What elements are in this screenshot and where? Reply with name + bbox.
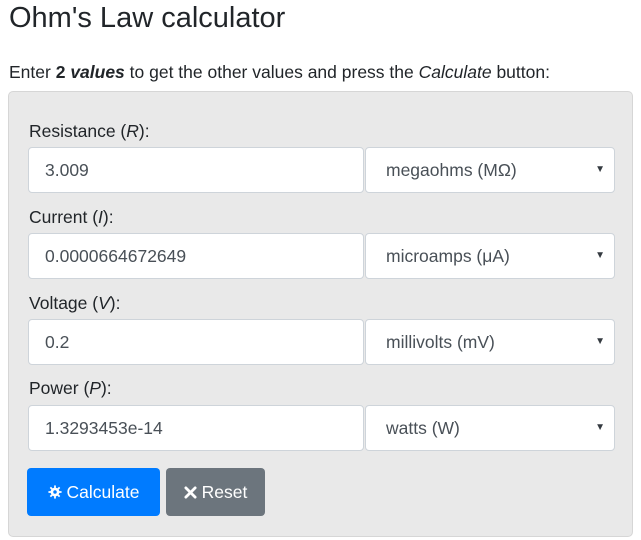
power-input[interactable] — [28, 405, 364, 451]
voltage-unit-select[interactable]: millivolts (mV) ▼ — [365, 319, 615, 365]
chevron-down-icon: ▼ — [595, 250, 605, 261]
current-unit-value: microamps (μA) — [386, 245, 510, 266]
instructions-count: 2 — [55, 62, 71, 82]
instructions: Enter 2 values to get the other values a… — [9, 61, 550, 83]
calculate-button[interactable]: Calculate — [27, 468, 160, 516]
chevron-down-icon: ▼ — [595, 336, 605, 347]
resistance-unit-value: megaohms (MΩ) — [386, 159, 517, 180]
chevron-down-icon: ▼ — [595, 164, 605, 175]
voltage-unit-value: millivolts (mV) — [386, 331, 495, 352]
reset-button[interactable]: Reset — [166, 468, 265, 516]
current-unit-select[interactable]: microamps (μA) ▼ — [365, 233, 615, 279]
resistance-label: Resistance (R): — [29, 121, 150, 141]
page-title: Ohm's Law calculator — [9, 2, 286, 34]
power-label: Power (P): — [29, 378, 112, 398]
calculate-button-label: Calculate — [66, 481, 140, 502]
resistance-unit-select[interactable]: megaohms (MΩ) ▼ — [365, 147, 615, 193]
instructions-button-ref: Calculate — [418, 62, 492, 82]
voltage-label: Voltage (V): — [29, 293, 121, 313]
power-unit-value: watts (W) — [386, 417, 460, 438]
voltage-input[interactable] — [28, 319, 364, 365]
chevron-down-icon: ▼ — [595, 422, 605, 433]
close-icon — [184, 485, 197, 499]
power-unit-select[interactable]: watts (W) ▼ — [365, 405, 615, 451]
current-label: Current (I): — [29, 207, 114, 227]
instructions-suffix: button: — [491, 62, 550, 82]
current-input[interactable] — [28, 233, 364, 279]
reset-button-label: Reset — [201, 481, 248, 502]
instructions-values-word: values — [70, 62, 125, 82]
gear-icon — [47, 485, 62, 499]
resistance-input[interactable] — [28, 147, 364, 193]
instructions-middle: to get the other values and press the — [124, 62, 419, 82]
calculator-card: Resistance (R): megaohms (MΩ) ▼ Current … — [8, 91, 633, 537]
instructions-prefix: Enter — [9, 62, 56, 82]
